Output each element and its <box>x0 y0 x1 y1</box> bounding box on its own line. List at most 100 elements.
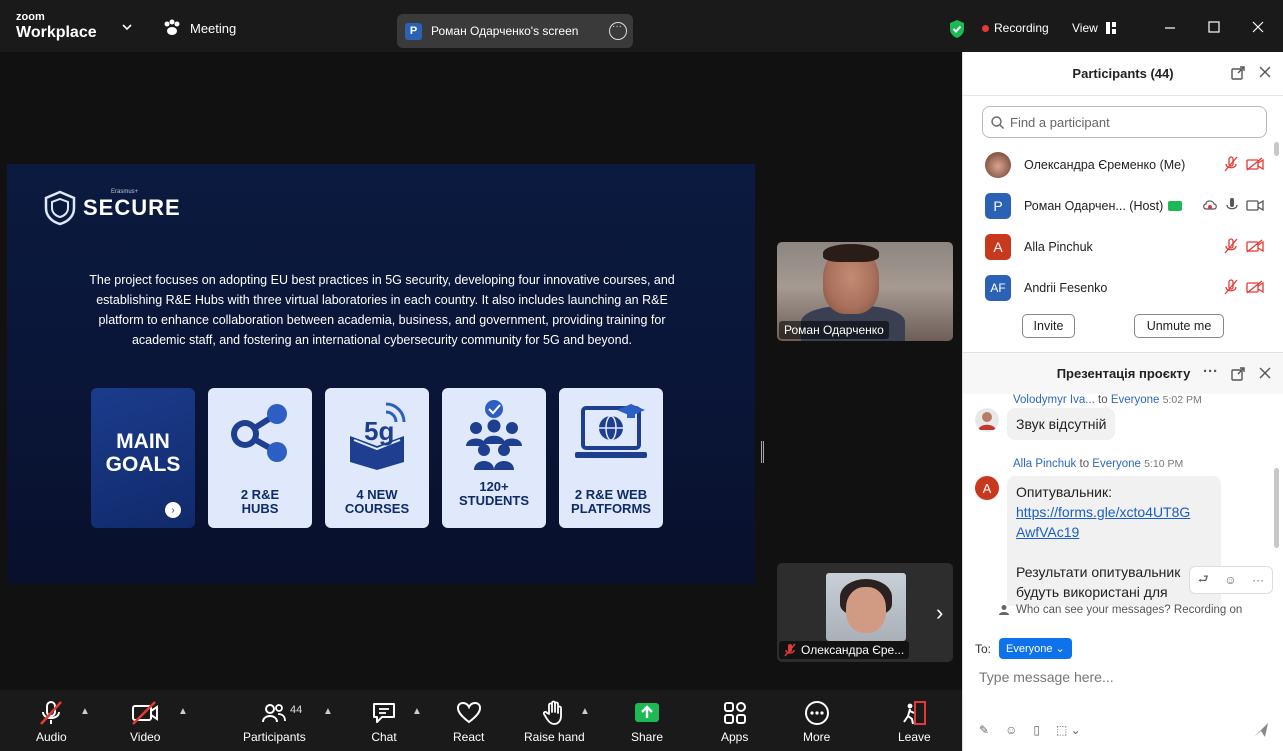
mic-muted-icon[interactable] <box>1224 238 1238 254</box>
shield-logo-icon <box>44 190 76 226</box>
slide-description: The project focuses on adopting EU best … <box>89 273 675 347</box>
svg-text:5g: 5g <box>364 416 394 446</box>
participant-status-icons <box>1202 197 1264 213</box>
arrow-right-icon: › <box>165 502 181 518</box>
apps-button[interactable]: Apps <box>721 700 748 744</box>
mic-muted-icon[interactable] <box>1224 279 1238 295</box>
popout-icon[interactable] <box>1231 367 1245 381</box>
camera-off-icon[interactable] <box>1246 239 1264 253</box>
recording-indicator[interactable]: Recording <box>982 21 1049 35</box>
participant-name: Alla Pinchuk <box>1024 239 1093 254</box>
react-button[interactable]: React <box>453 700 484 744</box>
minimize-icon[interactable] <box>1164 18 1176 34</box>
card-label: 2 R&E WEB PLATFORMS <box>571 487 651 516</box>
avatar: P <box>985 192 1011 219</box>
screenshot-icon[interactable]: ⬚ ⌄ <box>1056 723 1081 737</box>
recipient-dropdown[interactable]: Everyone ⌄ <box>999 638 1072 659</box>
view-label: View <box>1072 21 1098 35</box>
participants-options-caret-icon[interactable]: ▲ <box>323 706 333 717</box>
meeting-menu-button[interactable]: Meeting <box>162 19 236 37</box>
zoom-workplace-logo: zoom Workplace <box>16 12 97 41</box>
chevron-down-icon[interactable] <box>122 22 132 32</box>
share-label: Share <box>631 730 664 744</box>
close-icon[interactable] <box>1252 18 1264 34</box>
participants-label: Participants <box>243 730 306 744</box>
more-options-icon[interactable]: ··· <box>1203 363 1218 380</box>
security-shield-icon[interactable] <box>948 19 966 39</box>
viewing-screen-pill[interactable]: P Роман Одарченко's screen <box>397 14 633 48</box>
more-icon <box>804 701 829 725</box>
raise-hand-button[interactable]: Raise hand <box>524 700 585 744</box>
video-button[interactable]: Video <box>130 700 160 744</box>
message-to-word: to <box>1098 394 1108 406</box>
survey-link[interactable]: https://forms.gle/xcto4UT8G AwfVAc19 <box>1016 504 1190 540</box>
leave-icon <box>903 701 927 725</box>
message-input[interactable]: Type message here... <box>979 669 1114 685</box>
emoji-icon[interactable]: ☺ <box>1005 723 1017 737</box>
platforms-card: 2 R&E WEB PLATFORMS <box>559 388 663 528</box>
laptop-globe-icon <box>575 404 647 458</box>
self-video-tile[interactable]: Олександра Єре... <box>777 563 953 662</box>
participants-list: Олександра Єременко (Me) P Роман Одарчен… <box>963 144 1272 308</box>
close-icon[interactable] <box>1259 66 1271 78</box>
raise-hand-options-caret-icon[interactable]: ▲ <box>580 706 590 717</box>
audio-button[interactable]: Audio <box>36 700 67 744</box>
paw-icon <box>164 19 180 35</box>
reply-icon[interactable]: ⮐ <box>1198 570 1209 591</box>
split-view-handle[interactable] <box>761 441 764 463</box>
share-button[interactable]: Share <box>631 700 663 744</box>
participant-row[interactable]: A Alla Pinchuk <box>963 226 1272 267</box>
video-options-caret-icon[interactable]: ▲ <box>178 706 188 717</box>
avatar <box>985 151 1011 178</box>
chat-compose-tools: ✎ ☺ ▯ ⬚ ⌄ <box>979 723 1081 737</box>
react-label: React <box>453 730 485 744</box>
mic-icon[interactable] <box>1226 197 1238 213</box>
chevron-right-icon[interactable]: › <box>936 600 943 626</box>
maximize-icon[interactable] <box>1208 18 1220 34</box>
chat-panel-title: Презентація проєкту <box>1056 366 1191 381</box>
card-label: 2 R&E HUBS <box>240 487 280 516</box>
participants-panel-title: Participants (44) <box>1072 66 1174 81</box>
speaker-video-tile[interactable]: Роман Одарченко <box>777 242 953 341</box>
link-text-line-1: https://forms.gle/xcto4UT8G <box>1016 504 1191 520</box>
search-placeholder: Find a participant <box>1010 114 1110 130</box>
search-icon <box>991 115 1004 129</box>
participant-row[interactable]: AF Andrii Fesenko <box>963 267 1272 308</box>
camera-off-icon[interactable] <box>1246 157 1264 171</box>
chat-button[interactable]: Chat <box>371 700 397 744</box>
participant-search-input[interactable]: Find a participant <box>982 106 1267 138</box>
participant-row[interactable]: P Роман Одарчен... (Host) <box>963 185 1272 226</box>
unmute-me-button[interactable]: Unmute me <box>1134 314 1224 338</box>
camera-off-icon[interactable] <box>1246 280 1264 294</box>
more-button[interactable]: More <box>803 700 830 744</box>
camera-icon[interactable] <box>1246 198 1264 212</box>
close-icon[interactable] <box>1259 367 1271 379</box>
mic-muted-icon[interactable] <box>1224 156 1238 172</box>
more-options-icon[interactable] <box>609 21 627 40</box>
who-can-see-notice[interactable]: Who can see your messages? Recording on <box>999 604 1242 616</box>
cloud-recording-icon <box>1203 200 1217 210</box>
share-nodes-icon <box>231 404 287 462</box>
leave-button[interactable]: Leave <box>898 700 931 744</box>
participants-scrollbar[interactable] <box>1274 142 1279 156</box>
chat-scrollbar[interactable] <box>1274 468 1279 548</box>
file-icon[interactable]: ▯ <box>1033 723 1040 737</box>
audio-label: Audio <box>36 730 67 744</box>
message-hover-actions: ⮐ ☺ ··· <box>1189 566 1273 594</box>
message-sender[interactable]: Volodymyr Iva... <box>1013 394 1095 406</box>
popout-icon[interactable] <box>1231 66 1245 80</box>
students-card: 120+ STUDENTS <box>442 388 546 528</box>
more-options-icon[interactable]: ··· <box>1252 573 1264 587</box>
view-button[interactable]: View <box>1072 21 1116 35</box>
invite-button[interactable]: Invite <box>1022 314 1075 338</box>
chat-options-caret-icon[interactable]: ▲ <box>412 706 422 717</box>
audio-options-caret-icon[interactable]: ▲ <box>80 706 90 717</box>
leave-label: Leave <box>898 730 931 744</box>
mic-muted-icon <box>40 701 63 725</box>
message-sender[interactable]: Alla Pinchuk <box>1013 458 1076 470</box>
emoji-reaction-icon[interactable]: ☺ <box>1224 573 1236 587</box>
brand-top-text: zoom <box>16 11 45 23</box>
participant-row[interactable]: Олександра Єременко (Me) <box>963 144 1272 185</box>
format-text-icon[interactable]: ✎ <box>979 723 989 737</box>
send-icon[interactable] <box>1253 722 1269 738</box>
